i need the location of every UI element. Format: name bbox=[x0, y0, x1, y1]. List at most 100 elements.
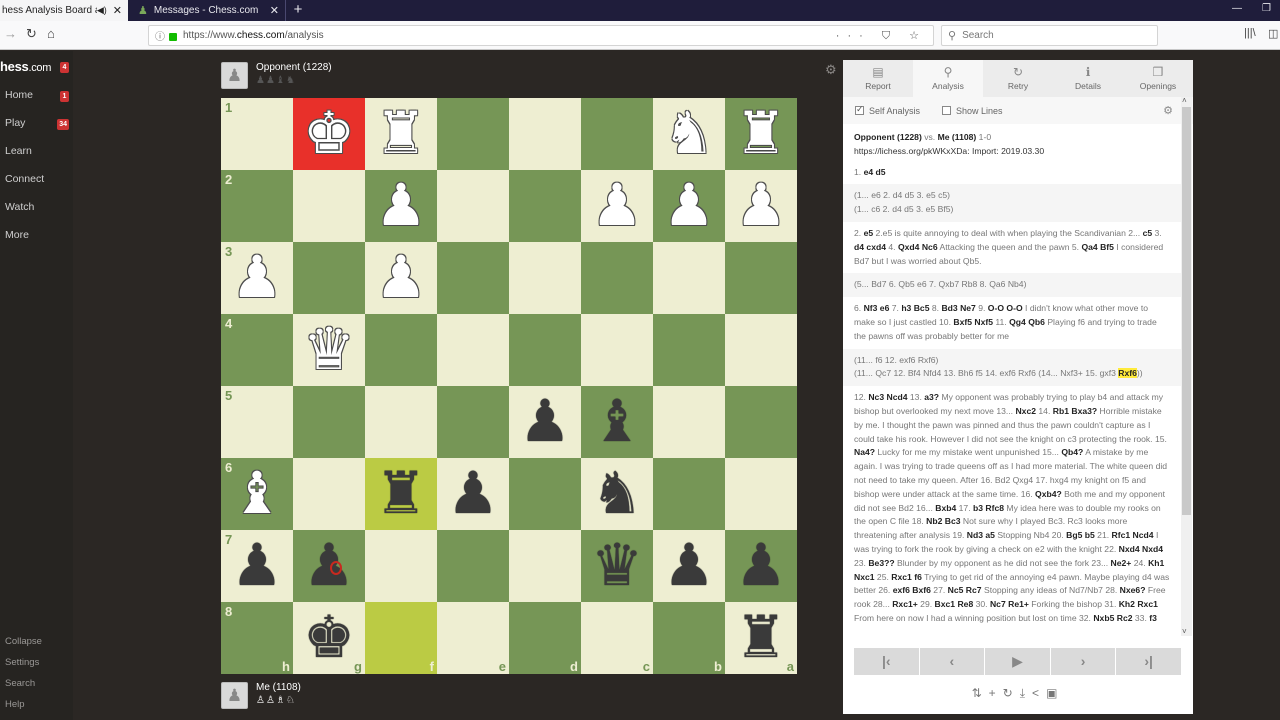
square-e1[interactable] bbox=[437, 98, 509, 170]
square-b1[interactable]: ♞ bbox=[653, 98, 725, 170]
close-tab-icon[interactable]: ✕ bbox=[270, 4, 279, 17]
square-g1[interactable]: ♚ bbox=[293, 98, 365, 170]
info-icon[interactable]: ⓘ bbox=[155, 28, 165, 43]
square-f7[interactable] bbox=[365, 530, 437, 602]
square-d3[interactable] bbox=[509, 242, 581, 314]
square-g2[interactable] bbox=[293, 170, 365, 242]
first-move-button[interactable]: |‹ bbox=[854, 648, 919, 675]
minimize-icon[interactable]: — bbox=[1232, 3, 1242, 14]
square-a6[interactable] bbox=[725, 458, 797, 530]
white-pawn-icon[interactable]: ♟ bbox=[375, 177, 427, 235]
black-king-icon[interactable]: ♚ bbox=[303, 609, 355, 667]
black-bishop-icon[interactable]: ♝ bbox=[591, 393, 643, 451]
add-icon[interactable]: + bbox=[989, 686, 1003, 700]
sidebar-item-play[interactable]: Play bbox=[5, 117, 25, 129]
square-f5[interactable] bbox=[365, 386, 437, 458]
square-g8[interactable]: g ♚ bbox=[293, 602, 365, 674]
square-b8[interactable]: b bbox=[653, 602, 725, 674]
white-pawn-icon[interactable]: ♟ bbox=[375, 249, 427, 307]
white-rook-icon[interactable]: ♜ bbox=[735, 105, 787, 163]
white-pawn-icon[interactable]: ♟ bbox=[591, 177, 643, 235]
tab-details[interactable]: ℹ Details bbox=[1053, 60, 1123, 97]
square-h3[interactable]: 3 ♟ bbox=[221, 242, 293, 314]
square-d8[interactable]: d bbox=[509, 602, 581, 674]
new-tab-button[interactable]: + bbox=[290, 0, 306, 21]
white-bishop-icon[interactable]: ♝ bbox=[231, 465, 283, 523]
move-block[interactable]: 1. e4 d5 bbox=[843, 161, 1181, 185]
square-h7[interactable]: 7 ♟ bbox=[221, 530, 293, 602]
last-move-button[interactable]: ›| bbox=[1116, 648, 1181, 675]
square-e5[interactable] bbox=[437, 386, 509, 458]
square-c5[interactable]: ♝ bbox=[581, 386, 653, 458]
square-c8[interactable]: c bbox=[581, 602, 653, 674]
square-b7[interactable]: ♟ bbox=[653, 530, 725, 602]
move-list[interactable]: Opponent (1228) vs. Me (1108) 1-0 https:… bbox=[843, 124, 1181, 636]
square-c7[interactable]: ♛ bbox=[581, 530, 653, 602]
sidebar-item-more[interactable]: More bbox=[5, 229, 29, 241]
tab-analysis[interactable]: hess Analysis Board and P ◀) ✕ bbox=[0, 0, 128, 21]
speaker-icon[interactable]: ◀) bbox=[97, 5, 107, 16]
white-pawn-icon[interactable]: ♟ bbox=[231, 249, 283, 307]
square-c6[interactable]: ♞ bbox=[581, 458, 653, 530]
square-d2[interactable] bbox=[509, 170, 581, 242]
tab-report[interactable]: ▤ Report bbox=[843, 60, 913, 97]
previous-move-button[interactable]: ‹ bbox=[919, 648, 985, 675]
sidebar-item-watch[interactable]: Watch bbox=[5, 201, 34, 213]
close-tab-icon[interactable]: ✕ bbox=[113, 4, 122, 17]
white-queen-icon[interactable]: ♛ bbox=[303, 321, 355, 379]
square-c1[interactable] bbox=[581, 98, 653, 170]
sidebar-toggle-icon[interactable]: ◫ bbox=[1268, 27, 1278, 40]
analysis-settings-gear-icon[interactable]: ⚙ bbox=[1163, 104, 1173, 117]
tab-messages[interactable]: ♟ Messages - Chess.com ✕ bbox=[130, 0, 286, 21]
white-rook-icon[interactable]: ♜ bbox=[375, 105, 427, 163]
black-queen-icon[interactable]: ♛ bbox=[591, 537, 643, 595]
download-icon[interactable]: ⤓ bbox=[1020, 686, 1032, 700]
self-analysis-checkbox[interactable]: Self Analysis bbox=[855, 104, 920, 116]
square-h4[interactable]: 4 bbox=[221, 314, 293, 386]
square-b2[interactable]: ♟ bbox=[653, 170, 725, 242]
player-name[interactable]: Me (1108) bbox=[256, 682, 301, 694]
square-b4[interactable] bbox=[653, 314, 725, 386]
play-button[interactable]: ▶ bbox=[985, 648, 1050, 675]
black-rook-icon[interactable]: ♜ bbox=[375, 465, 427, 523]
white-knight-icon[interactable]: ♞ bbox=[663, 105, 715, 163]
move-block[interactable]: 2. e5 2.e5 is quite annoying to deal wit… bbox=[843, 222, 1181, 273]
square-c2[interactable]: ♟ bbox=[581, 170, 653, 242]
square-f2[interactable]: ♟ bbox=[365, 170, 437, 242]
sidebar-settings[interactable]: Settings bbox=[5, 657, 39, 668]
black-rook-icon[interactable]: ♜ bbox=[735, 609, 787, 667]
square-a2[interactable]: ♟ bbox=[725, 170, 797, 242]
checkbox-checked-icon[interactable] bbox=[855, 104, 864, 115]
sidebar-item-connect[interactable]: Connect bbox=[5, 173, 44, 185]
square-b6[interactable] bbox=[653, 458, 725, 530]
reload-icon[interactable]: ↻ bbox=[26, 26, 37, 42]
move-block[interactable]: 6. Nf3 e6 7. h3 Bc5 8. Bd3 Ne7 9. O-O O-… bbox=[843, 297, 1181, 348]
square-a1[interactable]: ♜ bbox=[725, 98, 797, 170]
share-icon[interactable]: < bbox=[1032, 686, 1046, 700]
square-g6[interactable] bbox=[293, 458, 365, 530]
white-pawn-icon[interactable]: ♟ bbox=[735, 177, 787, 235]
tab-retry[interactable]: ↻ Retry bbox=[983, 60, 1053, 97]
variation-block[interactable]: (1... e6 2. d4 d5 3. e5 c5) (1... c6 2. d… bbox=[843, 184, 1181, 222]
square-a8[interactable]: a ♜ bbox=[725, 602, 797, 674]
square-e8[interactable]: e bbox=[437, 602, 509, 674]
black-pawn-icon[interactable]: ♟ bbox=[231, 537, 283, 595]
opponent-name[interactable]: Opponent (1228) bbox=[256, 62, 332, 74]
square-e7[interactable] bbox=[437, 530, 509, 602]
square-e6[interactable]: ♟ bbox=[437, 458, 509, 530]
square-e4[interactable] bbox=[437, 314, 509, 386]
square-f4[interactable] bbox=[365, 314, 437, 386]
sidebar-search[interactable]: Search bbox=[5, 678, 35, 689]
square-b3[interactable] bbox=[653, 242, 725, 314]
tab-analysis-panel[interactable]: ⚲ Analysis bbox=[913, 60, 983, 97]
black-pawn-icon[interactable]: ♟ bbox=[735, 537, 787, 595]
home-icon[interactable]: ⌂ bbox=[47, 26, 55, 41]
square-e3[interactable] bbox=[437, 242, 509, 314]
square-h6[interactable]: 6 ♝ bbox=[221, 458, 293, 530]
square-a4[interactable] bbox=[725, 314, 797, 386]
sidebar-item-home[interactable]: Home bbox=[5, 89, 33, 101]
square-d5[interactable]: ♟ bbox=[509, 386, 581, 458]
move-block[interactable]: 12. Nc3 Ncd4 13. a3? My opponent was pro… bbox=[843, 386, 1181, 631]
reset-icon[interactable]: ↻ bbox=[1003, 686, 1020, 700]
page-actions-icons[interactable]: ··· ⛉ ☆ bbox=[836, 29, 927, 43]
